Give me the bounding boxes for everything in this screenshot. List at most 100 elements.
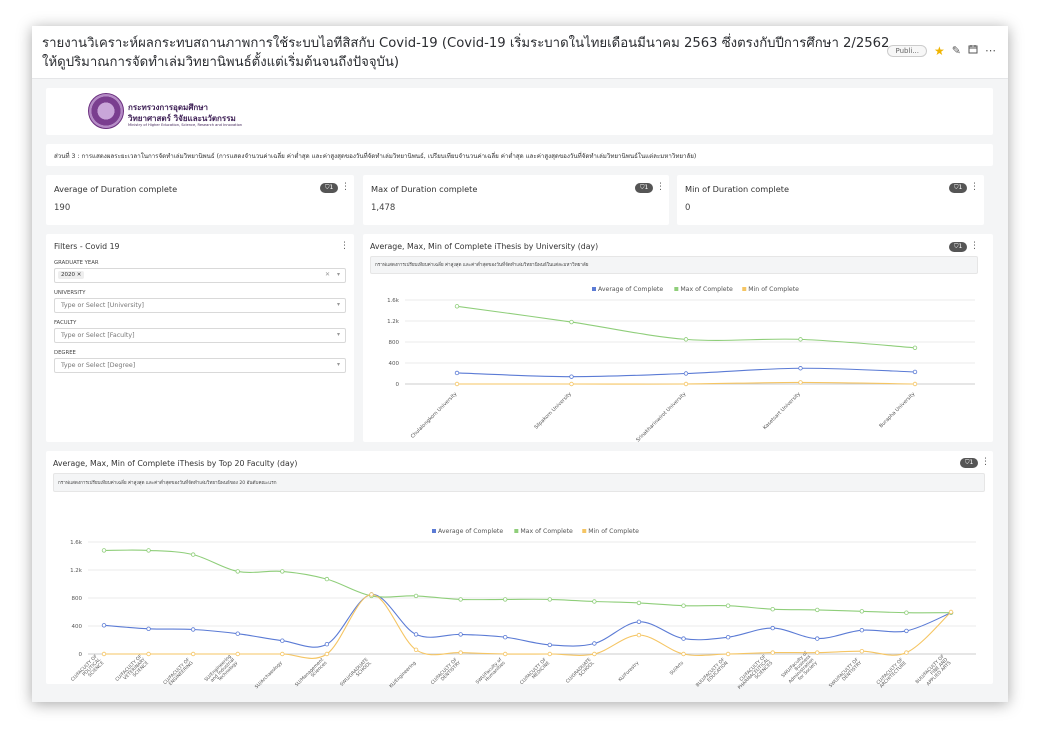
x-tick-label: KU/Engineering xyxy=(388,660,417,689)
data-point xyxy=(904,628,909,634)
logo-line-3: Ministry of Higher Education, Science, R… xyxy=(128,123,243,127)
filters-card: Filters - Covid 19 ⋮ GRADUATE YEAR 2020 … xyxy=(46,234,354,442)
data-point xyxy=(280,651,285,657)
kpi-value: 0 xyxy=(685,203,691,213)
faculty-chart-card: Average, Max, Min of Complete iThesis by… xyxy=(46,451,993,691)
filter-label-degree: DEGREE xyxy=(54,350,76,356)
legend-label: Average of Complete xyxy=(438,528,503,535)
data-point xyxy=(681,651,686,657)
graduate-year-select[interactable]: 2020 ✕ ✕ ▾ xyxy=(54,268,346,283)
data-point xyxy=(569,319,574,325)
data-point xyxy=(458,597,463,602)
data-point xyxy=(458,650,463,655)
data-point xyxy=(636,600,642,606)
chevron-down-icon[interactable]: ▾ xyxy=(337,301,340,308)
faculty-line-chart: 0 400 800 1.2k 1.6k CU/FACULTY OFPOLITICALSCI… xyxy=(70,528,976,691)
more-icon[interactable]: ⋮ xyxy=(341,183,350,192)
data-point xyxy=(770,650,775,655)
filter-label-graduate-year: GRADUATE YEAR xyxy=(54,260,99,266)
data-point xyxy=(547,651,552,657)
y-tick-label: 1.6k xyxy=(70,540,83,546)
x-tick-label: SWU/Faculty ofBusinessAdministrationfor … xyxy=(780,650,819,689)
more-icon[interactable]: ⋯ xyxy=(985,44,996,57)
edit-icon[interactable]: ✎ xyxy=(952,44,961,57)
x-tick-label-line: PHARMACEUTICAL xyxy=(737,657,771,691)
university-select[interactable]: Type or Select [University] ▾ xyxy=(54,298,346,313)
data-point xyxy=(815,650,820,655)
data-point xyxy=(592,651,597,657)
data-point xyxy=(859,648,865,654)
x-tick-label: CU/FACULTY OFMEDICINE xyxy=(519,657,552,690)
data-point xyxy=(859,627,865,633)
data-point xyxy=(101,623,107,628)
chevron-down-icon[interactable]: ▾ xyxy=(337,361,340,368)
more-icon[interactable]: ⋮ xyxy=(656,183,665,192)
data-point xyxy=(146,626,151,631)
filter-badge[interactable]: ⛉1 xyxy=(635,183,654,193)
y-tick-label: 400 xyxy=(389,361,400,367)
logo-card: กระทรวงการอุดมศึกษา วิทยาศาสตร์ วิจัยและ… xyxy=(46,88,993,135)
data-point xyxy=(413,632,419,637)
legend-label: Max of Complete xyxy=(680,286,733,293)
data-point xyxy=(798,366,803,371)
data-point xyxy=(683,337,689,342)
data-point xyxy=(280,569,285,574)
data-point xyxy=(569,381,574,387)
data-point xyxy=(101,651,107,657)
data-point xyxy=(912,369,918,375)
x-tick-label: CU/FACULTY OFPHARMACEUTICALSCIENCES xyxy=(734,653,775,694)
x-tick-label: SU/Arts xyxy=(669,660,686,677)
x-tick-label: KU/Forestry xyxy=(617,660,640,683)
data-point xyxy=(948,609,954,615)
x-tick-label: SWU/FACULTY OFDENTISTRY xyxy=(828,657,864,693)
data-point xyxy=(592,599,597,604)
data-point xyxy=(454,381,460,387)
chevron-down-icon[interactable]: ▾ xyxy=(337,331,340,338)
legend-label: Max of Complete xyxy=(520,528,573,535)
degree-select[interactable]: Type or Select [Degree] ▾ xyxy=(54,358,346,373)
x-tick-label: SU/Archaeology xyxy=(254,660,284,690)
selected-chip[interactable]: 2020 ✕ xyxy=(58,271,85,279)
dashboard-header: รายงานวิเคราะห์ผลกระทบสถานภาพการใช้ระบบไ… xyxy=(32,26,1008,79)
chevron-down-icon[interactable]: ▾ xyxy=(337,271,340,278)
x-tick-label: Chulalongkorn University xyxy=(410,391,459,440)
data-point xyxy=(636,632,642,638)
university-chart-card: Average, Max, Min of Complete iThesis by… xyxy=(363,234,993,443)
kpi-label: Min of Duration complete xyxy=(685,184,790,194)
data-point xyxy=(904,610,909,615)
y-tick-label: 800 xyxy=(389,340,400,346)
more-icon[interactable]: ⋮ xyxy=(340,242,349,251)
data-point xyxy=(235,631,240,636)
x-tick-label: Burapha University xyxy=(878,391,916,429)
y-tick-label: 400 xyxy=(72,624,83,630)
x-tick-label: Silpakorn University xyxy=(533,391,573,431)
legend-label: Min of Complete xyxy=(748,286,799,293)
clear-icon[interactable]: ✕ xyxy=(325,271,330,278)
kpi-label: Max of Duration complete xyxy=(371,184,478,194)
university-placeholder: Type or Select [University] xyxy=(61,302,145,309)
y-tick-label: 0 xyxy=(79,652,83,658)
data-point xyxy=(592,641,597,646)
header-actions: Publi... ★ ✎ ⋯ xyxy=(887,44,996,57)
data-point xyxy=(725,634,731,640)
legend-swatch xyxy=(582,529,587,533)
x-tick-label: CU/GRADUATESCHOOL xyxy=(565,657,596,688)
calendar-icon[interactable] xyxy=(968,44,978,57)
filter-badge[interactable]: ⛉1 xyxy=(949,183,968,193)
data-point xyxy=(503,597,508,602)
more-icon[interactable]: ⋮ xyxy=(970,183,979,192)
faculty-select[interactable]: Type or Select [Faculty] ▾ xyxy=(54,328,346,343)
ministry-seal-icon xyxy=(88,93,124,129)
x-tick-label: SWU/Faculty ofHumanities xyxy=(475,656,507,688)
data-point xyxy=(101,548,107,553)
data-point xyxy=(235,651,240,657)
data-point xyxy=(324,641,330,647)
data-point xyxy=(683,381,689,387)
filter-badge[interactable]: ⛉1 xyxy=(320,183,339,193)
status-badge[interactable]: Publi... xyxy=(887,44,928,57)
data-point xyxy=(146,651,151,657)
data-point xyxy=(547,597,552,602)
data-point xyxy=(235,569,240,574)
star-icon[interactable]: ★ xyxy=(934,45,945,57)
x-tick-label-line: SWU/GRADUATE xyxy=(339,657,370,688)
